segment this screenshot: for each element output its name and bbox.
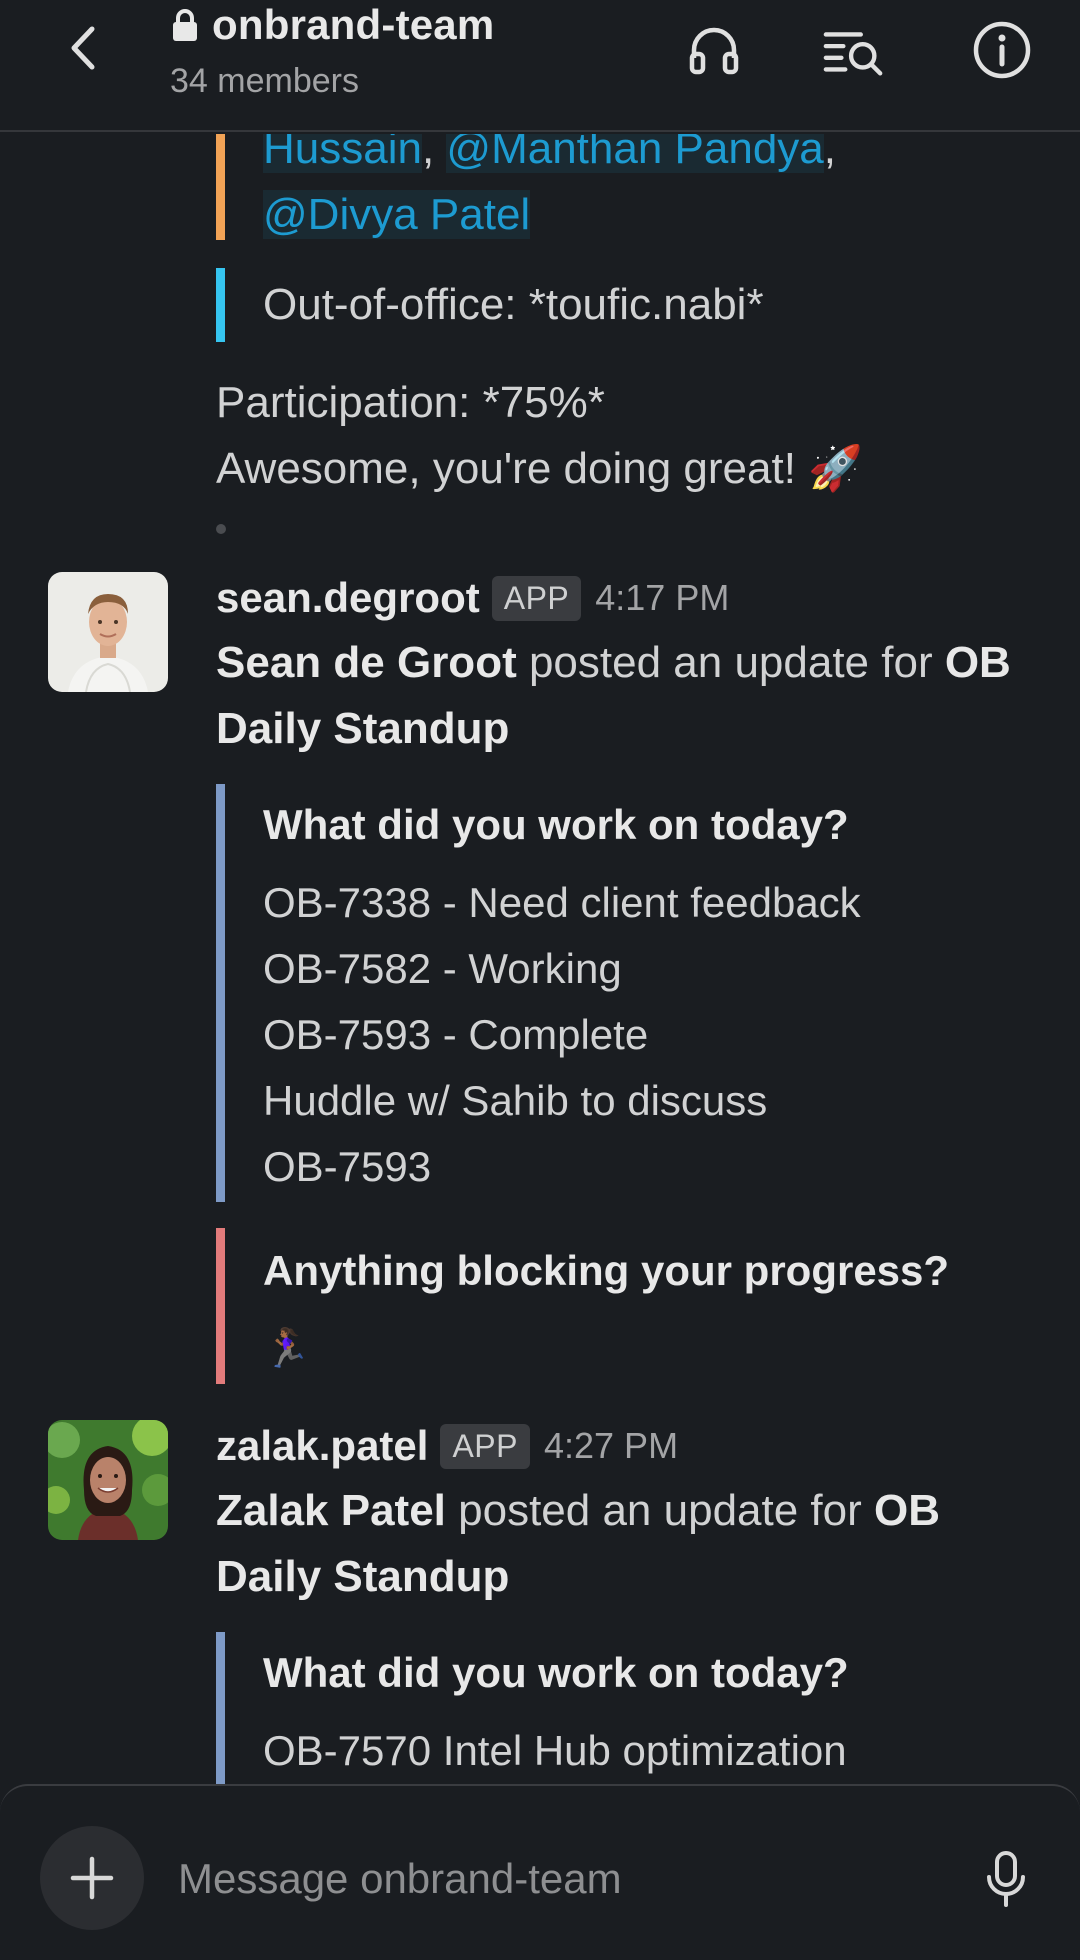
app-badge: APP xyxy=(440,1423,530,1469)
mentions-line-2: @Divya Patel xyxy=(263,182,836,248)
channel-info-button[interactable] xyxy=(970,18,1034,82)
mention-hussain[interactable]: Hussain xyxy=(263,134,422,173)
message-body: Zalak Patel posted an update for OB Dail… xyxy=(216,1478,1016,1610)
author-name: Sean de Groot xyxy=(216,638,517,687)
app-badge: APP xyxy=(491,575,582,621)
work-today-quote: What did you work on today? OB-7570 Inte… xyxy=(216,1632,849,1784)
microphone-icon xyxy=(987,1851,1025,1907)
posted-text: posted an update for xyxy=(516,638,945,687)
back-button[interactable] xyxy=(58,18,108,78)
blockers-quote: Anything blocking your progress? 🏃🏾‍♀️ xyxy=(216,1228,949,1384)
plus-icon xyxy=(70,1856,114,1900)
message-body: Sean de Groot posted an update for OB Da… xyxy=(216,630,1016,762)
mention-separator: , xyxy=(823,134,837,173)
channel-header: onbrand-team 34 members xyxy=(0,0,1080,132)
mention-separator: , xyxy=(421,134,447,173)
info-icon xyxy=(973,21,1031,79)
message-time[interactable]: 4:27 PM xyxy=(544,1425,678,1467)
question-title: What did you work on today? xyxy=(263,1649,849,1696)
message-input[interactable] xyxy=(178,1844,938,1914)
username[interactable]: zalak.patel xyxy=(216,1422,428,1470)
username[interactable]: sean.degroot xyxy=(216,574,480,622)
ooo-text: Out-of-office: *toufic.nabi* xyxy=(263,280,764,329)
answer-line: OB-7570 Intel Hub optimization xyxy=(263,1727,847,1774)
message-time[interactable]: 4:17 PM xyxy=(595,577,729,619)
huddle-button[interactable] xyxy=(682,18,746,82)
work-today-quote: What did you work on today? OB-7338 - Ne… xyxy=(216,784,861,1202)
avatar[interactable] xyxy=(48,572,168,692)
avatar-sean-image xyxy=(48,572,168,692)
search-list-icon xyxy=(823,32,883,76)
posted-text: posted an update for xyxy=(445,1486,875,1535)
answer-line: OB-7593 - Complete xyxy=(263,1011,649,1058)
mentions-quote: Hussain, @Manthan Pandya, @Divya Patel xyxy=(216,134,836,240)
headphones-icon xyxy=(689,27,739,75)
mention-divya-patel[interactable]: @Divya Patel xyxy=(263,190,531,239)
channel-title[interactable]: onbrand-team xyxy=(170,0,494,50)
message-header: zalak.patel APP 4:27 PM xyxy=(216,1416,678,1476)
answer-line: Huddle w/ Sahib to discuss xyxy=(263,1077,768,1124)
message-composer xyxy=(0,1784,1080,1960)
ooo-quote: Out-of-office: *toufic.nabi* xyxy=(216,268,764,342)
attach-button[interactable] xyxy=(40,1826,144,1930)
message-feed[interactable]: Hussain, @Manthan Pandya, @Divya Patel O… xyxy=(0,134,1080,1784)
channel-name: onbrand-team xyxy=(212,1,495,48)
author-name: Zalak Patel xyxy=(216,1486,446,1535)
mention-manthan-pandya[interactable]: @Manthan Pandya xyxy=(446,134,824,173)
search-channel-button[interactable] xyxy=(822,18,886,82)
voice-message-button[interactable] xyxy=(974,1842,1038,1918)
answer-emoji: 🏃🏾‍♀️ xyxy=(263,1328,311,1370)
question-title: What did you work on today? xyxy=(263,801,849,848)
member-count[interactable]: 34 members xyxy=(170,62,359,101)
participation-text: Participation: *75%* xyxy=(216,378,605,427)
question-title: Anything blocking your progress? xyxy=(263,1247,950,1294)
lock-icon xyxy=(173,9,197,41)
message-header: sean.degroot APP 4:17 PM xyxy=(216,568,729,628)
chevron-left-icon xyxy=(71,26,95,70)
avatar-zalak-image xyxy=(48,1420,168,1540)
app: onbrand-team 34 members Hussain, @Mantha… xyxy=(0,0,1080,1960)
mentions-line-1: Hussain, @Manthan Pandya, xyxy=(263,134,836,182)
avatar[interactable] xyxy=(48,1420,168,1540)
encouragement-text: Awesome, you're doing great! 🚀 xyxy=(216,444,863,493)
message-divider-dot xyxy=(216,524,226,534)
answer-line: OB-7338 - Need client feedback xyxy=(263,879,861,926)
answer-line: OB-7593 xyxy=(263,1143,432,1190)
answer-line: OB-7582 - Working xyxy=(263,945,622,992)
